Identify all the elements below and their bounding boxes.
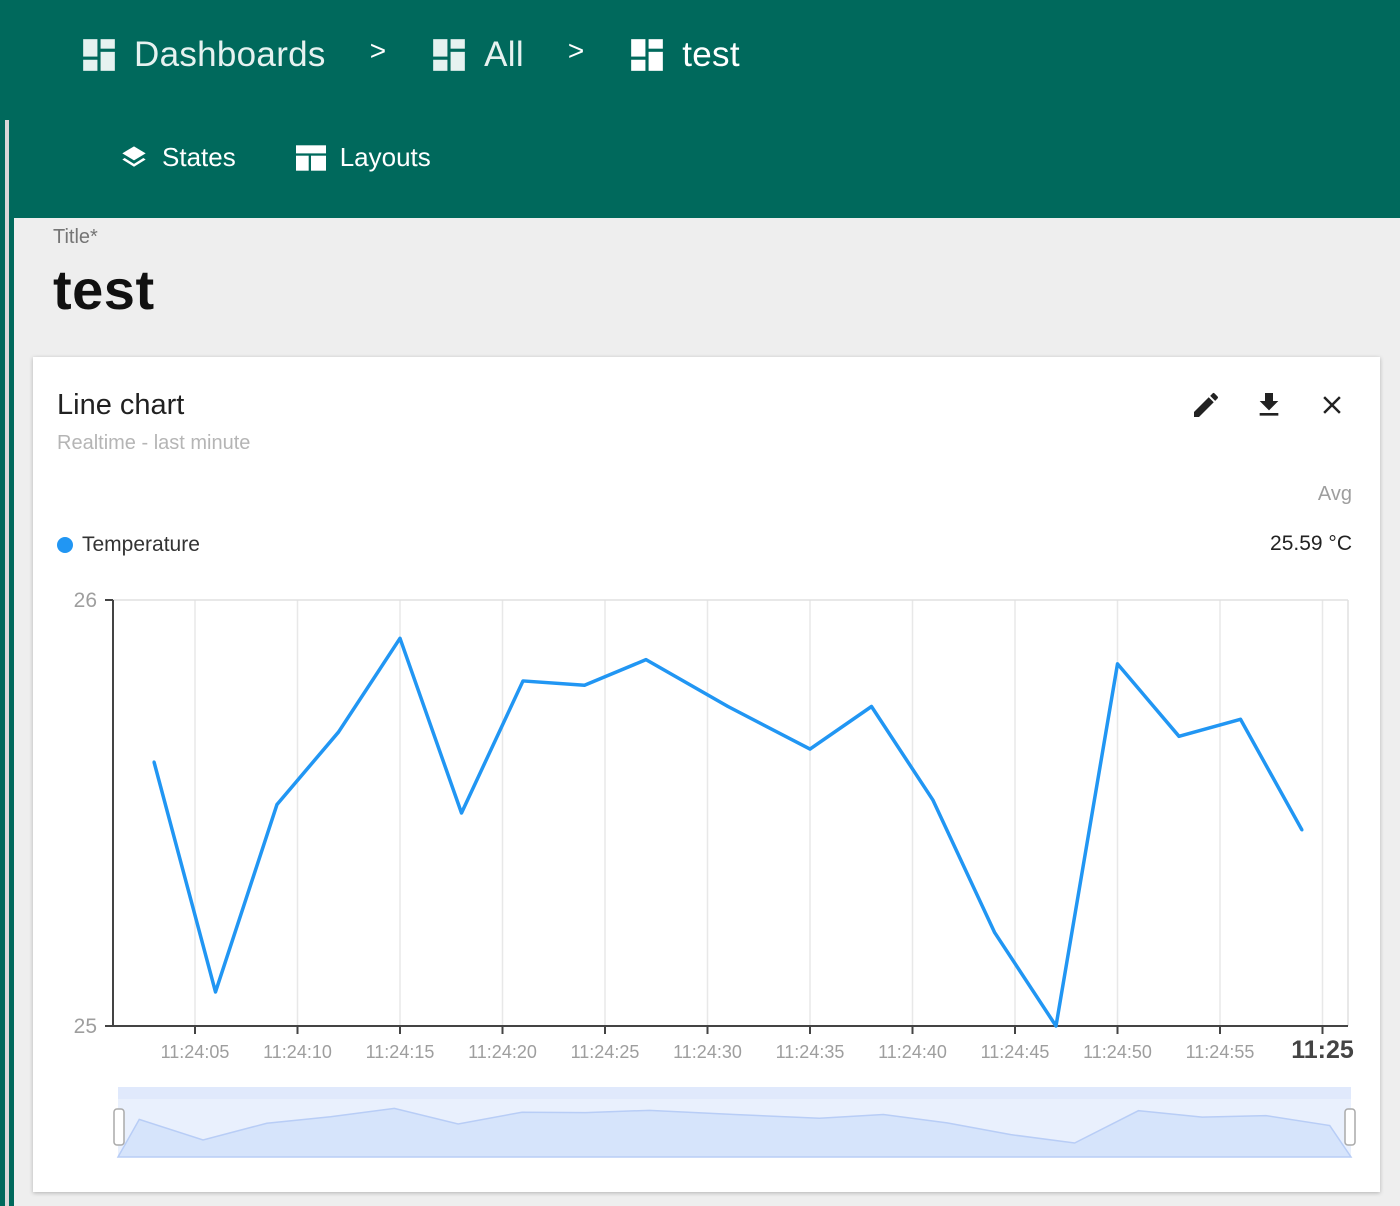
data-point <box>1054 1024 1058 1028</box>
title-field-label: Title* <box>53 226 98 248</box>
data-point <box>1239 717 1242 721</box>
data-point <box>808 747 812 751</box>
widget-subtitle: Realtime - last minute <box>57 432 251 454</box>
avg-value: 25.59 °C <box>1270 532 1352 555</box>
x-tick-label: 11:24:30 <box>673 1042 742 1062</box>
breadcrumb: Dashboards > All > test <box>80 30 740 80</box>
data-point <box>152 760 156 764</box>
side-rail <box>0 120 14 1206</box>
x-tick-label: 11:24:05 <box>161 1042 230 1062</box>
breadcrumb-label: Dashboards <box>134 35 326 74</box>
x-tick-label: 11:24:15 <box>366 1042 435 1062</box>
breadcrumb-all[interactable]: All <box>430 35 524 75</box>
dashboard-icon <box>83 39 115 71</box>
dashboard-subnav: States Layouts <box>120 142 491 173</box>
navigator-right-handle[interactable] <box>1344 1108 1356 1146</box>
x-tick-label: 11:24:55 <box>1186 1042 1255 1062</box>
widget-actions <box>1161 387 1350 423</box>
data-point <box>214 990 217 994</box>
download-button[interactable] <box>1251 387 1287 423</box>
layouts-label: Layouts <box>339 142 431 172</box>
data-point <box>398 636 402 640</box>
data-point <box>644 658 648 662</box>
title-field[interactable]: Title* test <box>53 226 155 322</box>
navigator-top-band <box>118 1087 1351 1099</box>
legend-temperature[interactable]: Temperature <box>57 533 200 557</box>
x-tick-label: 11:24:10 <box>263 1042 332 1062</box>
widget-card: 26 25 11:24:05 11:24:10 11:24:15 11:24:20 11:2… <box>33 357 1380 1192</box>
states-label: States <box>162 142 236 172</box>
x-tick-label: 11:24:20 <box>468 1042 537 1062</box>
x-tick-label: 11:24:35 <box>776 1042 845 1062</box>
data-point <box>1116 662 1119 666</box>
line-chart: 26 25 11:24:05 11:24:10 11:24:15 11:24:20 11:2… <box>74 589 1356 1158</box>
pencil-icon <box>1194 392 1219 417</box>
widget-title: Line chart <box>57 389 185 421</box>
breadcrumb-dashboards[interactable]: Dashboards <box>80 35 326 75</box>
breadcrumb-label: All <box>484 35 524 74</box>
edit-button[interactable] <box>1188 387 1224 423</box>
data-point <box>1300 828 1304 832</box>
data-point <box>583 683 586 687</box>
download-icon <box>1259 393 1279 416</box>
x-tick-label: 11:24:50 <box>1083 1042 1152 1062</box>
x-tick-label: 11:25 <box>1291 1036 1354 1064</box>
data-point <box>460 811 463 815</box>
breadcrumb-separator: > <box>369 35 387 66</box>
breadcrumb-label: test <box>682 35 740 74</box>
layout-icon <box>295 144 326 171</box>
x-tick-label: 11:24:40 <box>878 1042 947 1062</box>
data-point <box>1177 734 1181 738</box>
data-point <box>993 930 996 934</box>
x-tick-label: 11:24:25 <box>571 1042 640 1062</box>
y-tick-label: 26 <box>74 589 97 612</box>
title-field-value[interactable]: test <box>53 257 155 322</box>
layers-icon <box>122 145 146 167</box>
data-point <box>931 798 935 802</box>
states-button[interactable]: States <box>120 142 236 173</box>
layouts-button[interactable]: Layouts <box>295 142 431 173</box>
x-tick-label: 11:24:45 <box>981 1042 1050 1062</box>
breadcrumb-test[interactable]: test <box>628 35 740 75</box>
legend-label: Temperature <box>82 533 200 556</box>
dashboard-icon <box>631 39 664 71</box>
legend-dot-icon <box>57 537 73 553</box>
navigator-left-handle[interactable] <box>113 1108 125 1146</box>
temperature-series-line <box>152 636 1304 1028</box>
avg-column-header: Avg <box>1317 483 1352 505</box>
data-point <box>337 730 340 734</box>
data-point <box>275 802 279 806</box>
data-point <box>726 705 730 708</box>
breadcrumb-separator: > <box>567 35 585 66</box>
data-point <box>521 679 525 683</box>
y-tick-label: 25 <box>74 1015 97 1038</box>
close-icon <box>1323 396 1341 414</box>
close-button[interactable] <box>1314 387 1350 423</box>
data-point <box>870 705 873 708</box>
dashboard-icon <box>433 39 465 71</box>
